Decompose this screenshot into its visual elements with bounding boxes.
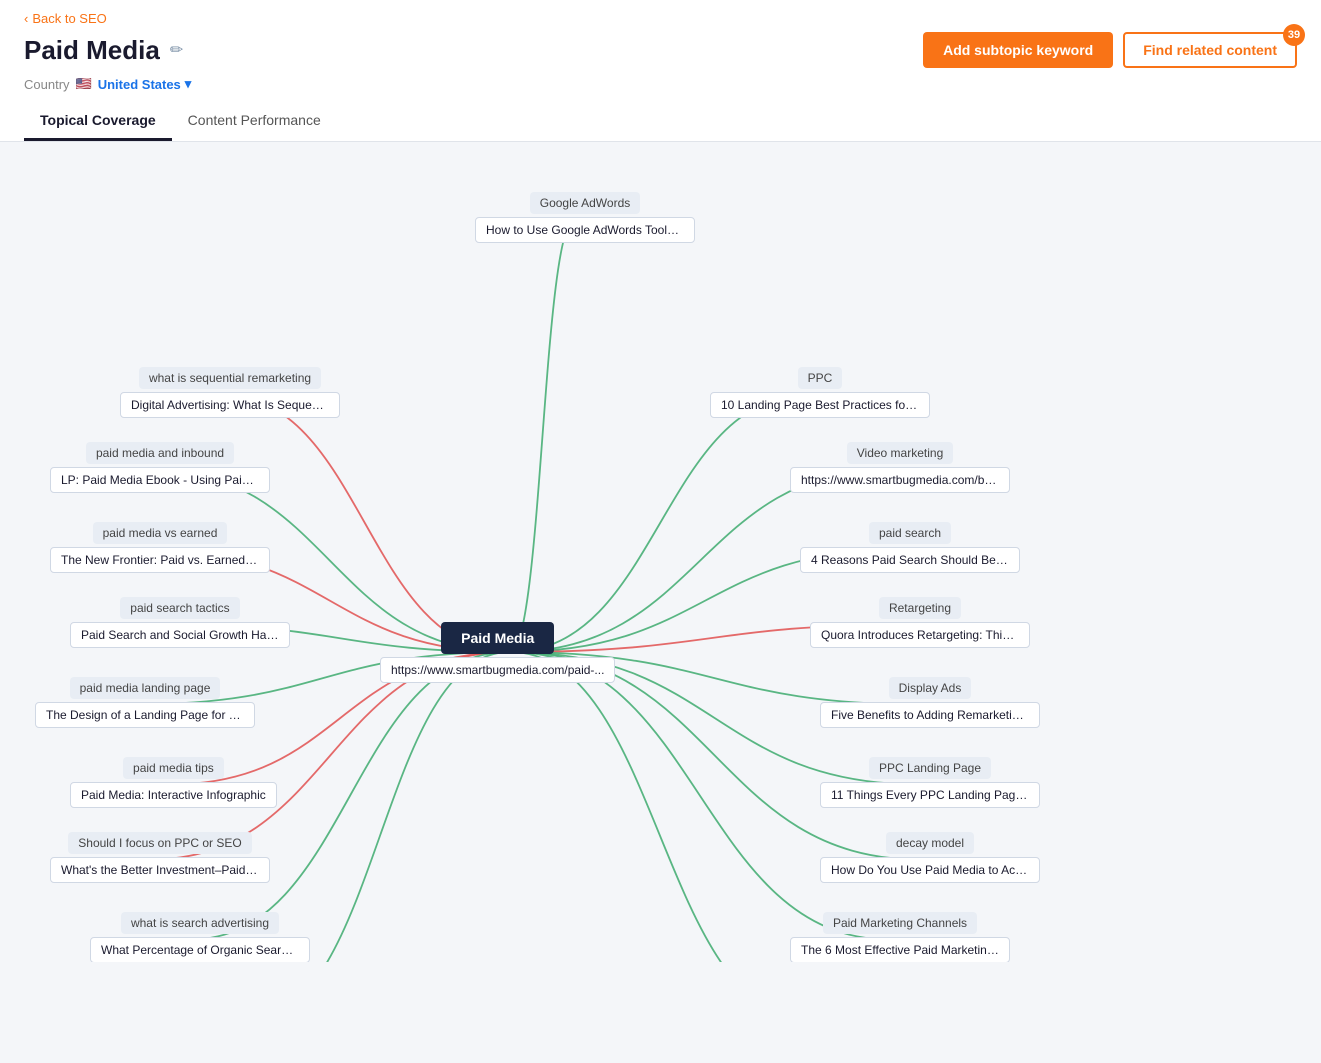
node-content[interactable]: Paid Search and Social Growth Hacking ..… [70, 622, 290, 648]
node-content[interactable]: LP: Paid Media Ebook - Using Paid Medi..… [50, 467, 270, 493]
tab-content-performance[interactable]: Content Performance [172, 102, 337, 141]
list-item: Paid Marketing Channels The 6 Most Effect… [790, 912, 1010, 962]
node-content[interactable]: How to Use Google AdWords Tools to R... [475, 217, 695, 243]
list-item: paid search 4 Reasons Paid Search Should … [800, 522, 1020, 573]
node-keyword: paid media tips [123, 757, 224, 779]
list-item: paid media landing page The Design of a L… [35, 677, 255, 728]
title-actions: Add subtopic keyword Find related conten… [923, 32, 1297, 68]
node-keyword: what is search advertising [121, 912, 279, 934]
node-keyword: Retargeting [879, 597, 961, 619]
list-item: Display Ads Five Benefits to Adding Remar… [820, 677, 1040, 728]
country-value-text: United States [98, 77, 181, 92]
node-keyword: Paid Marketing Channels [823, 912, 977, 934]
list-item: PPC Landing Page 11 Things Every PPC Land… [820, 757, 1040, 808]
node-content[interactable]: What's the Better Investment–Paid Sear..… [50, 857, 270, 883]
back-arrow-icon: ‹ [24, 11, 28, 26]
back-to-seo-link[interactable]: ‹ Back to SEO [24, 11, 107, 26]
title-row: Paid Media ✏ Add subtopic keyword Find r… [24, 32, 1297, 68]
node-content[interactable]: Digital Advertising: What Is Sequential … [120, 392, 340, 418]
node-keyword: paid media vs earned [93, 522, 228, 544]
chevron-down-icon: ▾ [185, 76, 192, 92]
node-keyword: paid search tactics [120, 597, 239, 619]
mindmap-container: Paid Media https://www.smartbugmedia.com/… [20, 162, 1301, 962]
list-item: Video marketing https://www.smartbugmedia… [790, 442, 1010, 493]
flag-icon: 🇺🇸 [76, 76, 92, 92]
country-value[interactable]: United States ▾ [98, 76, 192, 92]
node-keyword: Video marketing [847, 442, 954, 464]
tab-topical-coverage[interactable]: Topical Coverage [24, 102, 172, 141]
node-content[interactable]: 10 Landing Page Best Practices for PPC .… [710, 392, 930, 418]
node-content[interactable]: 4 Reasons Paid Search Should Be Part o..… [800, 547, 1020, 573]
list-item: paid media and inbound LP: Paid Media Ebo… [50, 442, 270, 493]
node-content[interactable]: The New Frontier: Paid vs. Earned Media [50, 547, 270, 573]
node-keyword: what is sequential remarketing [139, 367, 321, 389]
node-keyword: PPC [798, 367, 843, 389]
find-related-label: Find related content [1143, 42, 1277, 58]
title-left: Paid Media ✏ [24, 35, 183, 66]
node-content[interactable]: Quora Introduces Retargeting: This We... [810, 622, 1030, 648]
list-item: decay model How Do You Use Paid Media to … [820, 832, 1040, 883]
node-content[interactable]: The 6 Most Effective Paid Marketing Ch..… [790, 937, 1010, 962]
edit-icon[interactable]: ✏ [170, 40, 183, 60]
tabs: Topical Coverage Content Performance [24, 102, 1297, 141]
node-keyword: decay model [886, 832, 974, 854]
center-keyword: Paid Media [441, 622, 554, 654]
node-content[interactable]: What Percentage of Organic Search Sh... [90, 937, 310, 962]
page-title: Paid Media [24, 35, 160, 66]
node-keyword: PPC Landing Page [869, 757, 991, 779]
list-item: paid media tips Paid Media: Interactive I… [70, 757, 277, 808]
node-keyword: paid media and inbound [86, 442, 234, 464]
list-item: PPC 10 Landing Page Best Practices for PP… [710, 367, 930, 418]
node-content[interactable]: Paid Media: Interactive Infographic [70, 782, 277, 808]
find-related-button[interactable]: Find related content 39 [1123, 32, 1297, 68]
badge-count: 39 [1283, 24, 1305, 46]
node-keyword: paid media landing page [70, 677, 221, 699]
center-content[interactable]: https://www.smartbugmedia.com/paid-... [380, 657, 615, 683]
node-keyword: paid search [869, 522, 951, 544]
list-item: what is search advertising What Percentag… [90, 912, 310, 962]
add-subtopic-button[interactable]: Add subtopic keyword [923, 32, 1113, 68]
list-item: Retargeting Quora Introduces Retargeting:… [810, 597, 1030, 648]
node-keyword: Display Ads [889, 677, 972, 699]
node-content[interactable]: How Do You Use Paid Media to Acceler... [820, 857, 1040, 883]
list-item: Google AdWords How to Use Google AdWords … [475, 192, 695, 243]
node-content[interactable]: The Design of a Landing Page for Your ..… [35, 702, 255, 728]
list-item: paid search tactics Paid Search and Socia… [70, 597, 290, 648]
back-label: Back to SEO [32, 11, 106, 26]
country-label: Country [24, 77, 70, 92]
top-bar: ‹ Back to SEO Paid Media ✏ Add subtopic … [0, 0, 1321, 142]
node-content[interactable]: Five Benefits to Adding Remarketing to .… [820, 702, 1040, 728]
country-row: Country 🇺🇸 United States ▾ [24, 76, 1297, 92]
node-keyword: Should I focus on PPC or SEO [68, 832, 251, 854]
node-content[interactable]: https://www.smartbugmedia.com/blog... [790, 467, 1010, 493]
main-content: Paid Media https://www.smartbugmedia.com/… [0, 142, 1321, 1042]
list-item: Should I focus on PPC or SEO What's the B… [50, 832, 270, 883]
list-item: what is sequential remarketing Digital Ad… [120, 367, 340, 418]
node-content[interactable]: 11 Things Every PPC Landing Page Needs [820, 782, 1040, 808]
center-node[interactable]: Paid Media https://www.smartbugmedia.com/… [380, 622, 615, 683]
node-keyword: Google AdWords [530, 192, 641, 214]
list-item: paid media vs earned The New Frontier: Pa… [50, 522, 270, 573]
